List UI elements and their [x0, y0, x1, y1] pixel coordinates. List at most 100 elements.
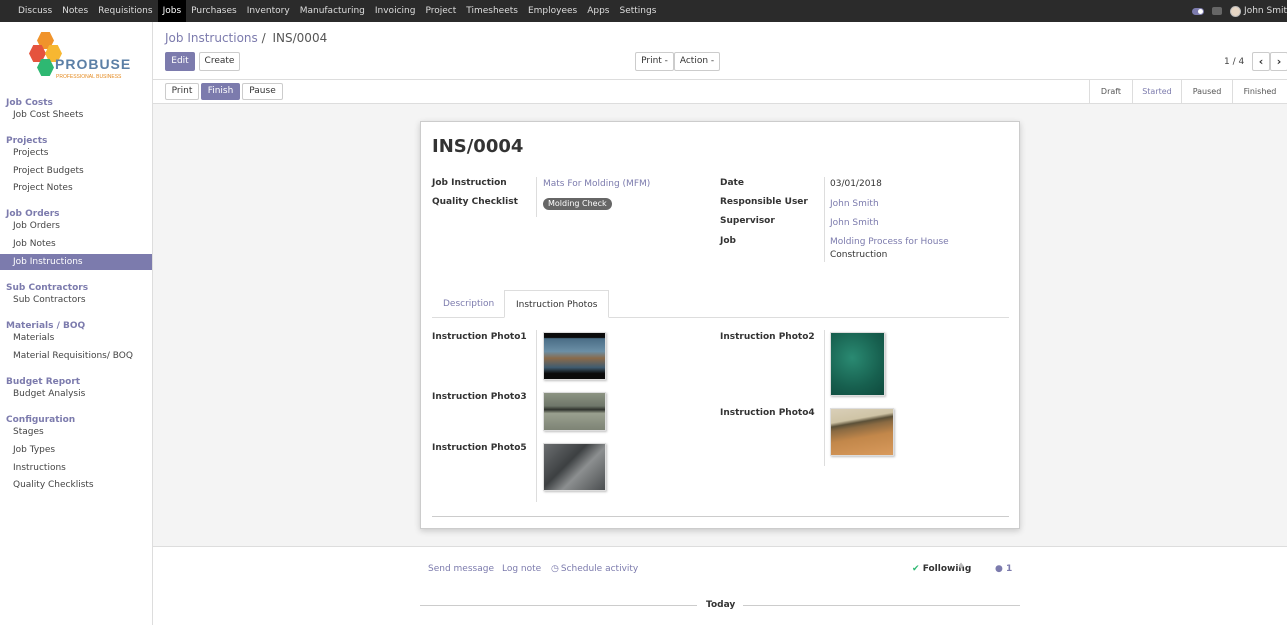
sidebar-item-project-notes[interactable]: Project Notes	[0, 180, 152, 196]
sidebar-item-sub-contractors[interactable]: Sub Contractors	[0, 292, 152, 308]
topnav-item-employees[interactable]: Employees	[523, 0, 582, 22]
date-label: Date	[720, 178, 744, 188]
action-dropdown-button[interactable]: Action -	[674, 52, 720, 71]
systray: John Smit	[1192, 0, 1287, 22]
field-separator	[824, 330, 825, 466]
followers-count: 1	[1006, 564, 1013, 574]
sidebar-item-materials[interactable]: Materials	[0, 330, 152, 346]
topnav-item-requisitions[interactable]: Requisitions	[93, 0, 157, 22]
sidebar-item-job-notes[interactable]: Job Notes	[0, 236, 152, 252]
user-menu[interactable]: John Smit	[1230, 5, 1287, 17]
chat-icon[interactable]	[1212, 7, 1223, 15]
followers-button[interactable]: ● 1	[995, 564, 1012, 574]
instruction-photo4-label: Instruction Photo4	[720, 408, 815, 418]
pager-next-button[interactable]: ›	[1270, 52, 1287, 71]
bell-icon[interactable]: ♦	[957, 562, 965, 572]
topnav-item-invoicing[interactable]: Invoicing	[370, 0, 421, 22]
pager-value[interactable]: 1 / 4	[1224, 57, 1244, 67]
control-panel: Job Instructions / INS/0004 Edit Create …	[153, 22, 1287, 80]
stage-draft[interactable]: Draft	[1089, 80, 1132, 103]
logo-subtitle: PROFESSIONAL BUSINESS	[56, 74, 122, 80]
instruction-photo2-image[interactable]	[830, 332, 885, 396]
sidebar-item-job-cost-sheets[interactable]: Job Cost Sheets	[0, 107, 152, 123]
send-message-button[interactable]: Send message	[428, 564, 494, 574]
breadcrumb-current: INS/0004	[272, 31, 328, 45]
instruction-photo2-label: Instruction Photo2	[720, 332, 815, 342]
sidebar-item-quality-checklists[interactable]: Quality Checklists	[0, 477, 152, 493]
create-button[interactable]: Create	[199, 52, 240, 71]
divider-left	[420, 605, 697, 606]
field-separator	[536, 177, 537, 217]
sidebar-item-instructions[interactable]: Instructions	[0, 460, 152, 476]
schedule-activity-button[interactable]: ◷ Schedule activity	[551, 564, 638, 574]
breadcrumb-parent-link[interactable]: Job Instructions	[165, 31, 258, 45]
statusbar: Print Finish Pause Draft Started Paused Fin…	[153, 80, 1287, 104]
sidebar-item-project-budgets[interactable]: Project Budgets	[0, 163, 152, 179]
sidebar-item-job-instructions[interactable]: Job Instructions	[0, 254, 152, 270]
stage-finished[interactable]: Finished	[1232, 80, 1287, 103]
topnav-item-apps[interactable]: Apps	[582, 0, 614, 22]
sheet-bottom-divider	[432, 516, 1009, 517]
job-instruction-label: Job Instruction	[432, 178, 507, 188]
form-sheet: INS/0004 Job Instruction Mats For Moldin…	[420, 121, 1020, 529]
company-logo: PROBUSE PROFESSIONAL BUSINESS	[26, 32, 130, 104]
topnav-item-settings[interactable]: Settings	[615, 0, 662, 22]
sidebar-item-job-types[interactable]: Job Types	[0, 442, 152, 458]
breadcrumb-separator: /	[261, 31, 266, 45]
field-separator	[536, 330, 537, 502]
instruction-photo3-image[interactable]	[543, 392, 606, 431]
sidebar-item-stages[interactable]: Stages	[0, 424, 152, 440]
debug-toggle-icon[interactable]	[1192, 7, 1205, 15]
field-separator	[824, 177, 825, 262]
chatter: Send message Log note ◷ Schedule activit…	[153, 546, 1287, 625]
instruction-photo3-label: Instruction Photo3	[432, 392, 527, 402]
job-value[interactable]: Molding Process for House	[830, 237, 949, 247]
supervisor-value[interactable]: John Smith	[830, 218, 879, 228]
record-title: INS/0004	[432, 136, 524, 157]
clock-icon: ◷	[551, 564, 559, 574]
sidebar-item-projects[interactable]: Projects	[0, 145, 152, 161]
app-menu: Discuss Notes Requisitions Jobs Purchases Inv…	[13, 0, 661, 22]
instruction-photo1-label: Instruction Photo1	[432, 332, 527, 342]
supervisor-label: Supervisor	[720, 216, 775, 226]
topnav-item-inventory[interactable]: Inventory	[242, 0, 295, 22]
user-icon: ●	[995, 564, 1003, 574]
topnav-item-jobs[interactable]: Jobs	[157, 0, 187, 22]
job-label: Job	[720, 236, 736, 246]
finish-button[interactable]: Finish	[201, 83, 240, 100]
topnav-item-timesheets[interactable]: Timesheets	[461, 0, 523, 22]
top-navbar: Discuss Notes Requisitions Jobs Purchases Inv…	[0, 0, 1287, 22]
sidebar: PROBUSE PROFESSIONAL BUSINESS Job Costs J…	[0, 22, 153, 625]
print-dropdown-button[interactable]: Print -	[635, 52, 674, 71]
job-instruction-value[interactable]: Mats For Molding (MFM)	[543, 179, 650, 189]
pause-button[interactable]: Pause	[242, 83, 283, 100]
tab-description[interactable]: Description	[432, 290, 505, 318]
stage-paused[interactable]: Paused	[1181, 80, 1232, 103]
sidebar-item-material-requisitions-boq[interactable]: Material Requisitions/ BOQ	[0, 348, 152, 364]
instruction-photo4-image[interactable]	[830, 408, 894, 456]
divider-right	[743, 605, 1020, 606]
quality-checklist-tag[interactable]: Molding Check	[543, 198, 612, 210]
schedule-activity-label: Schedule activity	[560, 564, 639, 574]
sidebar-item-job-orders[interactable]: Job Orders	[0, 218, 152, 234]
print-button[interactable]: Print	[165, 83, 199, 100]
stage-started[interactable]: Started	[1132, 80, 1181, 103]
date-value[interactable]: 03/01/2018	[830, 179, 882, 189]
tab-instruction-photos[interactable]: Instruction Photos	[504, 290, 610, 318]
topnav-item-manufacturing[interactable]: Manufacturing	[295, 0, 370, 22]
sidebar-item-budget-analysis[interactable]: Budget Analysis	[0, 386, 152, 402]
instruction-photo5-image[interactable]	[543, 443, 606, 491]
job-value-continued: Construction	[830, 250, 888, 260]
breadcrumb: Job Instructions / INS/0004	[165, 31, 327, 45]
log-note-button[interactable]: Log note	[502, 564, 541, 574]
responsible-user-value[interactable]: John Smith	[830, 199, 879, 209]
instruction-photo5-label: Instruction Photo5	[432, 443, 527, 453]
topnav-item-purchases[interactable]: Purchases	[186, 0, 242, 22]
topnav-item-discuss[interactable]: Discuss	[13, 0, 57, 22]
instruction-photo1-image[interactable]	[543, 332, 606, 380]
topnav-item-project[interactable]: Project	[420, 0, 461, 22]
edit-button[interactable]: Edit	[165, 52, 195, 71]
check-icon: ✔	[912, 564, 920, 574]
topnav-item-notes[interactable]: Notes	[57, 0, 93, 22]
pager-previous-button[interactable]: ‹	[1252, 52, 1270, 71]
